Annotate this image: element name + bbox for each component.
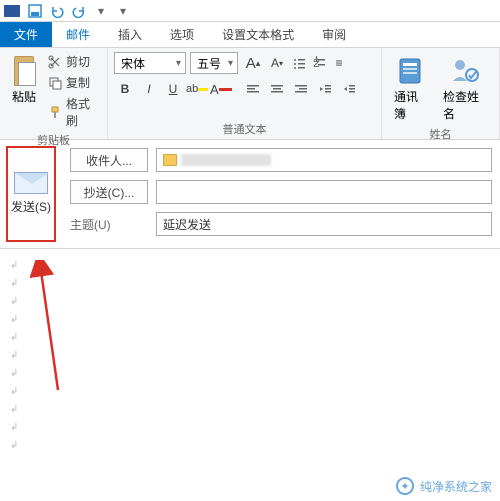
italic-button[interactable]: I	[138, 78, 160, 100]
send-label: 发送(S)	[11, 200, 51, 216]
paragraph-mark	[10, 401, 490, 419]
tab-review[interactable]: 审阅	[308, 22, 360, 47]
paragraph-mark	[10, 383, 490, 401]
tab-format-text[interactable]: 设置文本格式	[208, 22, 308, 47]
numbering-button[interactable]: 12	[310, 52, 328, 74]
title-bar: ▾ ▾	[0, 0, 500, 22]
font-name-select[interactable]: 宋体	[114, 52, 186, 74]
group-names: 通讯簿 检查姓名 姓名	[382, 48, 500, 139]
paragraph-mark	[10, 419, 490, 437]
grow-font-button[interactable]: A▴	[242, 52, 264, 74]
undo-icon[interactable]	[48, 2, 66, 20]
contact-icon	[163, 154, 177, 166]
to-button[interactable]: 收件人...	[70, 148, 148, 172]
address-book-button[interactable]: 通讯簿	[388, 52, 433, 124]
to-input[interactable]	[156, 148, 492, 172]
cc-input[interactable]	[156, 180, 492, 204]
bullets-button[interactable]	[290, 52, 308, 74]
qat-dropdown-icon[interactable]: ▾	[92, 2, 110, 20]
line-spacing-button[interactable]: ≡	[330, 52, 348, 74]
subject-label: 主题(U)	[70, 216, 148, 233]
copy-button[interactable]: 复制	[46, 73, 101, 92]
format-painter-button[interactable]: 格式刷	[46, 94, 101, 130]
copy-icon	[48, 76, 62, 90]
bold-button[interactable]: B	[114, 78, 136, 100]
redo-icon[interactable]	[70, 2, 88, 20]
ribbon: 粘贴 剪切 复制 格式刷 剪贴板 宋体 五号 A▴ A▾ 12 ≡	[0, 48, 500, 140]
align-center-button[interactable]	[266, 78, 288, 100]
highlight-button[interactable]: ab	[186, 78, 208, 100]
paste-icon	[10, 54, 38, 86]
watermark: ✦ 纯净系统之家	[396, 477, 492, 495]
paragraph-mark	[10, 347, 490, 365]
scissors-icon	[48, 55, 62, 69]
svg-text:2: 2	[313, 56, 320, 70]
recipient-name-blurred	[181, 154, 271, 166]
font-color-button[interactable]: A	[210, 78, 232, 100]
underline-button[interactable]: U	[162, 78, 184, 100]
qat-more-icon[interactable]: ▾	[114, 2, 132, 20]
tab-file[interactable]: 文件	[0, 22, 52, 47]
group-clipboard: 粘贴 剪切 复制 格式刷 剪贴板	[0, 48, 108, 139]
tab-mail[interactable]: 邮件	[52, 22, 104, 47]
group-font: 宋体 五号 A▴ A▾ 12 ≡ B I U ab A	[108, 48, 382, 139]
compose-header: 发送(S) 收件人... 抄送(C)... 主题(U) 延迟发送	[0, 140, 500, 249]
watermark-text: 纯净系统之家	[420, 478, 492, 495]
paragraph-mark	[10, 293, 490, 311]
paragraph-mark	[10, 275, 490, 293]
check-names-button[interactable]: 检查姓名	[437, 52, 493, 124]
envelope-icon	[14, 172, 48, 194]
tab-options[interactable]: 选项	[156, 22, 208, 47]
cut-button[interactable]: 剪切	[46, 52, 101, 71]
brush-icon	[48, 105, 62, 119]
tab-insert[interactable]: 插入	[104, 22, 156, 47]
paste-button[interactable]: 粘贴	[6, 52, 42, 107]
subject-input[interactable]: 延迟发送	[156, 212, 492, 236]
recipient-chip[interactable]	[163, 154, 271, 166]
paragraph-mark	[10, 437, 490, 455]
paste-label: 粘贴	[12, 88, 36, 105]
paragraph-mark	[10, 257, 490, 275]
quick-access-toolbar: ▾ ▾	[26, 2, 132, 20]
font-size-select[interactable]: 五号	[190, 52, 238, 74]
ribbon-tabs: 文件 邮件 插入 选项 设置文本格式 审阅	[0, 22, 500, 48]
align-left-button[interactable]	[242, 78, 264, 100]
align-right-button[interactable]	[290, 78, 312, 100]
shrink-font-button[interactable]: A▾	[266, 52, 288, 74]
paragraph-mark	[10, 311, 490, 329]
send-button[interactable]: 发送(S)	[6, 146, 56, 242]
watermark-icon: ✦	[396, 477, 414, 495]
save-icon[interactable]	[26, 2, 44, 20]
app-icon	[4, 5, 20, 17]
paragraph-mark	[10, 365, 490, 383]
address-book-icon	[395, 54, 427, 86]
message-body[interactable]	[0, 249, 500, 463]
cc-button[interactable]: 抄送(C)...	[70, 180, 148, 204]
paragraph-mark	[10, 329, 490, 347]
indent-less-button[interactable]	[314, 78, 336, 100]
check-names-icon	[449, 54, 481, 86]
group-label-font: 普通文本	[114, 119, 375, 137]
indent-more-button[interactable]	[338, 78, 360, 100]
